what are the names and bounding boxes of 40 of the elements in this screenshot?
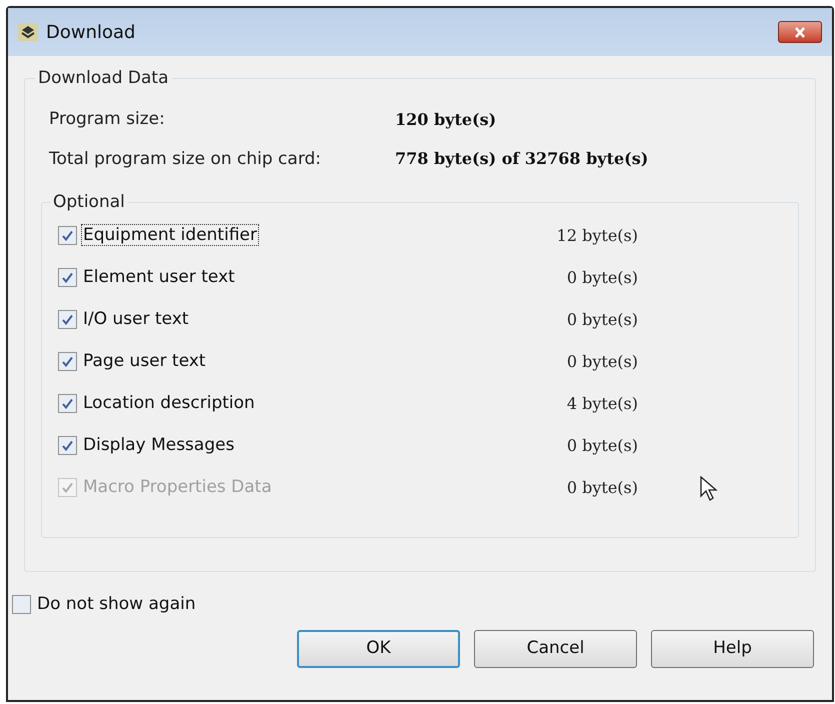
info-label: Total program size on chip card: bbox=[49, 148, 322, 170]
checkbox[interactable] bbox=[58, 226, 77, 245]
checkbox[interactable] bbox=[58, 352, 77, 371]
checkbox[interactable] bbox=[12, 595, 31, 614]
option-size: 4 byte(s) bbox=[566, 392, 638, 414]
window-title: Download bbox=[46, 20, 136, 44]
option-size: 12 byte(s) bbox=[556, 224, 638, 246]
dialog-button[interactable]: OK bbox=[297, 630, 460, 668]
checkbox[interactable] bbox=[58, 310, 77, 329]
option-label[interactable]: I/O user text bbox=[82, 306, 412, 332]
option-label[interactable]: Equipment identifier bbox=[82, 222, 412, 248]
option-label[interactable]: Location description bbox=[82, 390, 412, 416]
dialog-button[interactable]: Cancel bbox=[474, 630, 637, 668]
option-size: 0 byte(s) bbox=[566, 266, 638, 288]
checkmark-icon bbox=[61, 313, 74, 326]
info-value: 778 byte(s) of 32768 byte(s) bbox=[395, 148, 648, 170]
option-size: 0 byte(s) bbox=[566, 350, 638, 372]
option-size: 0 byte(s) bbox=[566, 434, 638, 456]
close-icon bbox=[794, 26, 806, 38]
option-label[interactable]: Display Messages bbox=[82, 432, 412, 458]
checkbox[interactable] bbox=[58, 436, 77, 455]
mouse-cursor-icon bbox=[700, 476, 718, 502]
checkmark-icon bbox=[61, 271, 74, 284]
info-label: Program size: bbox=[49, 108, 166, 131]
checkmark-icon bbox=[61, 229, 74, 242]
checkmark-icon bbox=[61, 481, 74, 494]
option-size: 0 byte(s) bbox=[566, 476, 638, 498]
option-size: 0 byte(s) bbox=[566, 308, 638, 330]
checkbox[interactable] bbox=[58, 394, 77, 413]
checkbox-label[interactable]: Do not show again bbox=[37, 592, 196, 618]
app-icon bbox=[18, 23, 38, 41]
checkmark-icon bbox=[61, 355, 74, 368]
option-label[interactable]: Page user text bbox=[82, 348, 412, 374]
option-label[interactable]: Element user text bbox=[82, 264, 412, 290]
info-value: 120 byte(s) bbox=[395, 108, 496, 131]
checkmark-icon bbox=[61, 439, 74, 452]
checkbox[interactable] bbox=[58, 268, 77, 287]
close-button[interactable] bbox=[778, 21, 822, 43]
checkmark-icon bbox=[61, 397, 74, 410]
dialog-button[interactable]: Help bbox=[651, 630, 814, 668]
